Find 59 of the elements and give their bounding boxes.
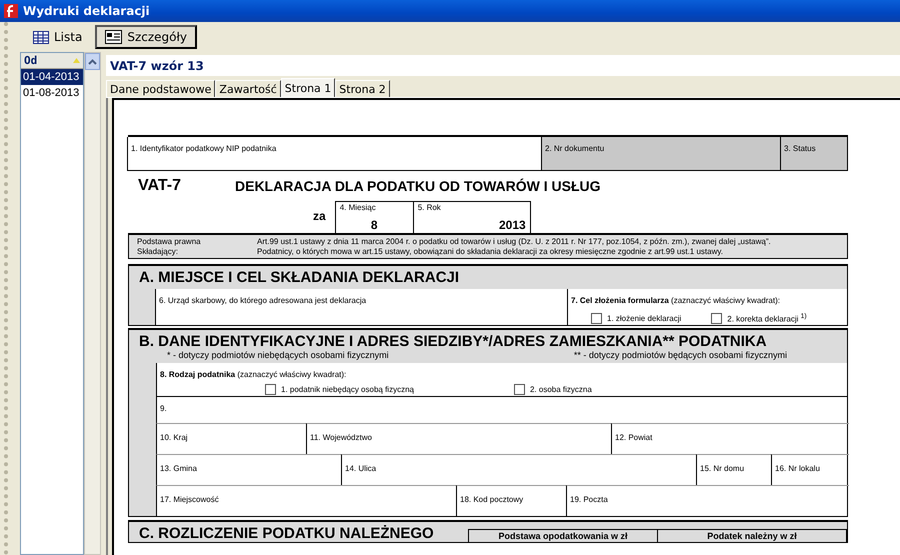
section-title: B. DANE IDENTYFIKACYJNE I ADRES SIEDZIBY*/ADRES ZAMIESZKANIA** PODATNIKA	[139, 333, 767, 350]
field-label: 13. Gmina	[160, 464, 197, 473]
page-tab[interactable]: Zawartość	[215, 80, 281, 97]
footnote: ** - dotyczy podmiotów będących osobami fizycznymi	[574, 350, 787, 361]
checkbox[interactable]	[711, 312, 722, 324]
field-label: 12. Powiat	[615, 432, 652, 442]
field-label: 4. Miesiąc	[340, 203, 377, 212]
field-label: 15. Nr domu	[700, 464, 744, 473]
field-label: 14. Ulica	[345, 464, 376, 473]
view-tab[interactable]: Szczegóły	[95, 25, 198, 49]
section-title: A. MIEJSCE I CEL SKŁADANIA DEKLARACJI	[139, 269, 460, 286]
field-label: 3. Status	[784, 144, 816, 153]
form-icon	[105, 30, 122, 44]
footnote: * - dotyczy podmiotów niebędących osobami fizycznymi	[167, 350, 389, 361]
field-label: 18. Kod pocztowy	[460, 494, 524, 504]
page-tab[interactable]: Dane podstawowe	[106, 80, 216, 97]
section-title: C. ROZLICZENIE PODATKU NALEŻNEGO	[139, 524, 434, 542]
option-label: 2. osoba fizyczna	[530, 385, 592, 394]
sort-icon	[73, 58, 80, 63]
page-tab[interactable]: Strona 2	[335, 80, 390, 97]
column-header: Podstawa opodatkowania w zł	[468, 528, 658, 542]
field-label: 19. Poczta	[570, 494, 608, 504]
checkbox[interactable]	[591, 312, 602, 324]
list-row[interactable]: 01-04-2013	[21, 69, 83, 85]
year-value: 2013	[498, 218, 526, 232]
app-logo-icon	[4, 4, 18, 18]
field-label: 1. Identyfikator podatkowy NIP podatnika	[131, 144, 276, 153]
field-label: 10. Kraj	[160, 432, 188, 442]
scroll-up-icon	[88, 58, 97, 64]
legal-label: Składający:	[137, 247, 179, 256]
field-label: 7. Cel złożenia formularza (zaznaczyć właściwy kwadrat):	[571, 296, 780, 306]
column-header: Podatek należny w zł	[657, 528, 847, 542]
field-label: 2. Nr dokumentu	[545, 144, 604, 153]
month-value: 8	[370, 218, 378, 232]
field-label: 6. Urząd skarbowy, do którego adresowana jest deklaracja	[159, 296, 366, 306]
field-label: 9.	[160, 404, 167, 413]
legal-text: Art.99 ust.1 ustawy z dnia 11 marca 2004 r. o podatku od towarów i usług (Dz. U. z 2011 r. Nr 177, poz.1054, z późn. zm.), zwanej dalej „ustawą”.	[257, 237, 772, 246]
checkbox[interactable]	[265, 384, 276, 396]
scrollbar[interactable]	[84, 52, 101, 555]
legal-text: Podatnicy, o których mowa w art.15 ustawy, obowiązani do składania deklaracji za okresy miesięczne zgodnie z art.99 ust.1 ustawy.	[257, 247, 724, 256]
option-label: 1. podatnik niebędący osobą fizyczną	[281, 385, 414, 394]
form-title: DEKLARACJA DLA PODATKU OD TOWARÓW I USŁUG	[235, 178, 601, 194]
field-label: 11. Województwo	[310, 432, 372, 442]
window-title: Wydruki deklaracji	[23, 4, 150, 18]
option-label: 2. korekta deklaracji $^{1)}$	[727, 312, 807, 324]
period-prefix: za	[313, 209, 326, 223]
checkbox[interactable]	[514, 384, 525, 396]
table-icon	[33, 30, 49, 44]
field-label: 5. Rok	[418, 203, 442, 212]
declaration-title: VAT-7 wzór 13	[106, 55, 900, 76]
option-label: 1. złożenie deklaracji	[607, 314, 682, 323]
column-header[interactable]: Od	[21, 53, 83, 69]
form-code: VAT-7	[138, 177, 182, 195]
field-label: 17. Miejscowość	[160, 494, 219, 504]
field-label: 16. Nr lokalu	[775, 464, 820, 473]
list-row[interactable]: 01-08-2013	[21, 85, 83, 101]
page-tab[interactable]: Strona 1	[280, 78, 336, 97]
field-label: 8. Rodzaj podatnika (zaznaczyć właściwy kwadrat):	[160, 370, 346, 379]
legal-label: Podstawa prawna	[137, 237, 202, 246]
